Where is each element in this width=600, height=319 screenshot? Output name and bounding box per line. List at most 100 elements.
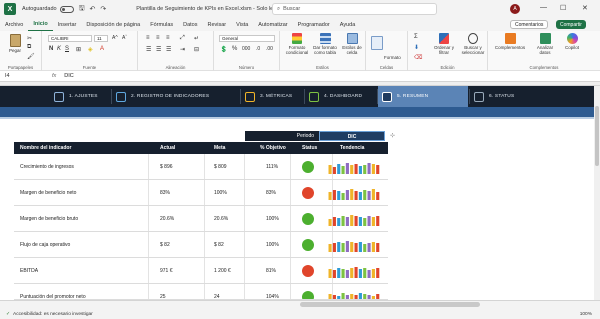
name-box[interactable]: I4 <box>0 73 38 79</box>
bold-icon[interactable]: N <box>49 46 53 52</box>
objective-percent: 104% <box>266 294 279 300</box>
maximize-icon[interactable]: ☐ <box>560 4 566 12</box>
trend-sparkline <box>328 241 380 252</box>
nav-tab-1[interactable]: 2. REGISTRO DE INDICADORES <box>112 86 240 107</box>
format-button[interactable]: Formato <box>384 55 408 60</box>
percent-icon[interactable]: % <box>232 46 237 52</box>
paste-button[interactable]: Pegar <box>6 34 24 53</box>
horizontal-scrollbar[interactable] <box>300 302 480 307</box>
align-right-icon[interactable]: ☰ <box>166 46 171 53</box>
fill-color-icon[interactable]: ◈ <box>88 46 93 53</box>
search-icon: ⌕ <box>277 5 281 12</box>
format-as-table-button[interactable]: Dar formato como tabla <box>311 33 339 55</box>
menu-item-0[interactable]: Archivo <box>0 18 28 31</box>
minimize-icon[interactable]: — <box>540 4 547 11</box>
font-size-select[interactable]: 11 <box>94 35 108 42</box>
table-row[interactable]: Puntuación del promotor neto 25 24 104% <box>14 284 388 300</box>
nav-tab-2[interactable]: 3. MÉTRICAS <box>241 86 304 107</box>
number-format-select[interactable]: General <box>219 35 275 42</box>
conditional-format-button[interactable]: Formato condicional <box>283 33 311 55</box>
dropdown-handle-icon[interactable]: ⊹ <box>390 132 395 139</box>
font-name-select[interactable]: CALIBRI <box>48 35 92 42</box>
menu-item-1[interactable]: Inicio <box>28 18 53 31</box>
sort-filter-button[interactable]: Ordenar y filtrar <box>430 33 458 55</box>
vertical-scrollbar[interactable] <box>594 86 600 300</box>
redo-icon[interactable]: ↷ <box>100 5 106 13</box>
menu-item-6[interactable]: Revisar <box>203 18 232 31</box>
nav-tab-5[interactable]: 6. STATUS <box>470 86 560 107</box>
table-row[interactable]: Flujo de caja operativo $ 82 $ 82 100% <box>14 232 388 258</box>
cut-icon[interactable]: ✂ <box>27 35 32 42</box>
trend-bar <box>328 165 332 174</box>
italic-icon[interactable]: K <box>57 46 61 52</box>
nav-tab-4[interactable]: 5. RESUMEN <box>378 86 468 107</box>
close-icon[interactable]: ✕ <box>582 4 588 12</box>
indent-icon[interactable]: ⇥ <box>180 46 185 53</box>
align-top-icon[interactable]: ≡ <box>146 35 150 41</box>
align-bottom-icon[interactable]: ≡ <box>166 35 170 41</box>
clear-icon[interactable]: ⌫ <box>414 54 422 61</box>
menu-item-8[interactable]: Automatizar <box>253 18 292 31</box>
decimal-increase-icon[interactable]: .0 <box>256 46 260 52</box>
comments-button[interactable]: Comentarios <box>510 20 549 29</box>
thousands-icon[interactable]: 000 <box>242 46 250 52</box>
copy-icon[interactable]: ⧉ <box>27 44 31 51</box>
decimal-decrease-icon[interactable]: .00 <box>266 46 273 52</box>
save-icon[interactable]: 🖫 <box>79 4 85 15</box>
addins-button[interactable]: Complementos <box>492 33 528 50</box>
align-center-icon[interactable]: ☰ <box>156 46 161 53</box>
sort-filter-label: Ordenar y filtrar <box>433 45 454 55</box>
autosave-toggle[interactable] <box>59 5 74 13</box>
align-middle-icon[interactable]: ≡ <box>156 35 160 41</box>
find-select-button[interactable]: Buscar y seleccionar <box>458 33 488 55</box>
menu-item-4[interactable]: Fórmulas <box>145 18 178 31</box>
nav-separator <box>304 89 305 104</box>
menu-item-2[interactable]: Insertar <box>53 18 82 31</box>
menu-item-9[interactable]: Programador <box>293 18 335 31</box>
analyze-data-button[interactable]: Analizar datos <box>532 33 558 55</box>
font-shrink-icon[interactable]: Aˇ <box>122 35 127 41</box>
trend-bar <box>350 268 354 278</box>
search-box[interactable]: ⌕ Buscar <box>272 3 437 15</box>
orientation-icon[interactable]: ⤢ <box>180 35 185 42</box>
nav-tab-3[interactable]: 4. DASHBOARD <box>305 86 377 107</box>
avatar[interactable]: A <box>510 4 520 14</box>
table-row[interactable]: Margen de beneficio neto 83% 100% 83% <box>14 180 388 206</box>
table-row[interactable]: EBITDA 971 € 1 200 € 81% <box>14 258 388 284</box>
menu-item-7[interactable]: Vista <box>231 18 253 31</box>
undo-icon[interactable]: ↶ <box>90 5 96 13</box>
menu-item-10[interactable]: Ayuda <box>335 18 361 31</box>
fill-icon[interactable]: ⬇ <box>414 44 419 51</box>
currency-icon[interactable]: 💲 <box>220 46 227 53</box>
format-painter-icon[interactable]: 🖌 <box>27 53 35 60</box>
nav-tab-0[interactable]: 1. AJUSTES <box>50 86 110 107</box>
cells-icon[interactable] <box>371 36 383 50</box>
menu-item-5[interactable]: Datos <box>178 18 202 31</box>
menu-item-3[interactable]: Disposición de página <box>81 18 145 31</box>
table-row[interactable]: Margen de beneficio bruto 20.6% 20.6% 100% <box>14 206 388 232</box>
border-icon[interactable]: ⊞ <box>76 46 81 53</box>
wrap-text-icon[interactable]: ↵ <box>194 35 199 42</box>
fx-icon[interactable]: fx <box>52 73 56 79</box>
formula-input[interactable]: DIC <box>64 73 73 79</box>
underline-icon[interactable]: S <box>65 46 69 52</box>
header-actual: Actual <box>160 145 176 151</box>
status-indicator-icon <box>302 161 314 173</box>
scroll-thumb[interactable] <box>595 106 599 166</box>
share-button[interactable]: Compartir <box>556 20 586 29</box>
font-color-icon[interactable]: A <box>100 46 104 52</box>
period-value[interactable]: DIC <box>319 131 385 141</box>
trend-bar <box>341 269 345 278</box>
trend-bar <box>363 244 367 252</box>
zoom-level[interactable]: 100% <box>580 312 592 317</box>
merge-icon[interactable]: ⊟ <box>194 46 199 53</box>
font-grow-icon[interactable]: A^ <box>112 35 118 41</box>
table-row[interactable]: Crecimiento de ingresos $ 896 $ 809 111% <box>14 154 388 180</box>
autosum-icon[interactable]: Σ <box>414 34 418 40</box>
cell-styles-button[interactable]: Estilos de celda <box>339 33 365 55</box>
registro-icon <box>116 91 126 102</box>
trend-bar <box>328 244 332 252</box>
accessibility-status[interactable]: Accesibilidad: es necesario investigar <box>13 312 93 317</box>
align-left-icon[interactable]: ☰ <box>146 46 151 53</box>
copilot-button[interactable]: Copilot <box>560 33 584 50</box>
